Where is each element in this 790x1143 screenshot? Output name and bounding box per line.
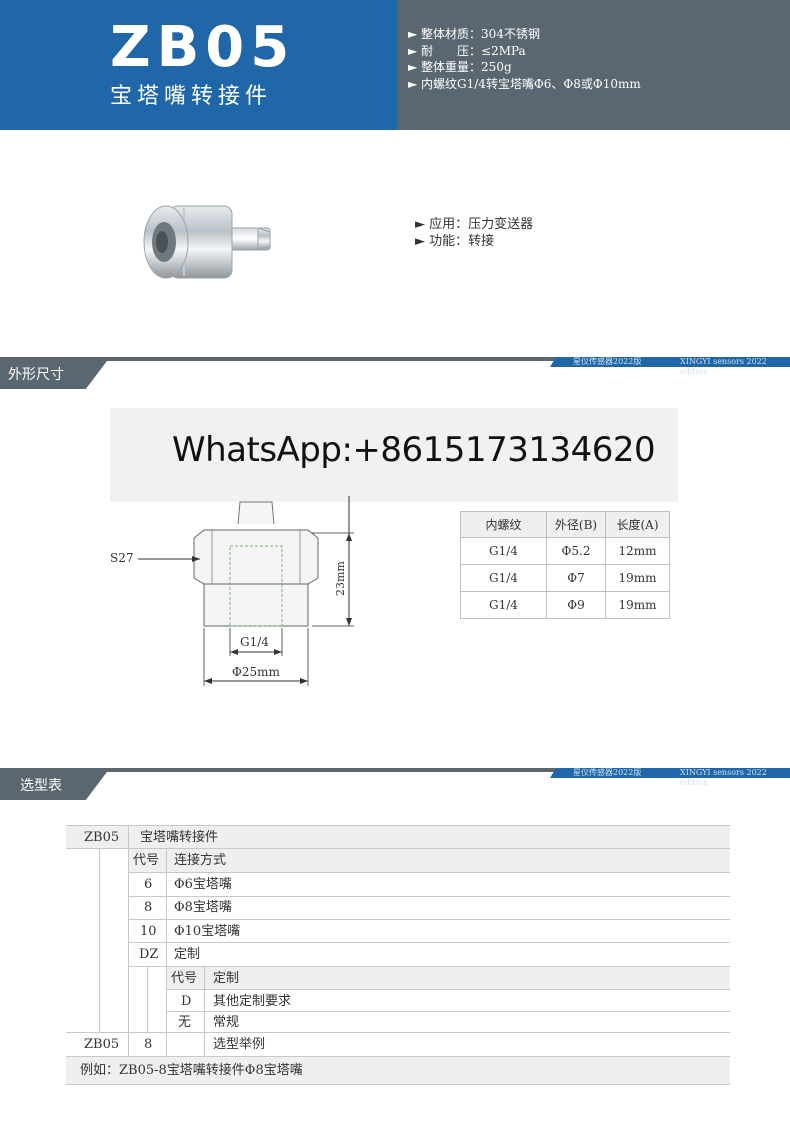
- model-title: ZB05: [110, 15, 296, 80]
- label-thread: G1/4: [240, 635, 269, 649]
- section-header-selection: 星仪传感器2022版 XINGYI sensors 2022 edition 选…: [0, 768, 790, 800]
- table-cell: 19mm: [605, 591, 670, 619]
- sel-desc: Φ10宝塔嘴: [174, 924, 241, 939]
- sel-custom-desc: 常规: [213, 1015, 240, 1030]
- spec-weight: ► 整体重量：250g: [408, 60, 512, 74]
- spec-material: ► 整体材质：304不锈钢: [408, 27, 540, 41]
- product-image: [143, 205, 271, 279]
- sel-example-model: ZB05: [84, 1037, 120, 1052]
- col-header-length: 长度(A): [605, 511, 670, 538]
- sel-custom-code: D: [181, 994, 192, 1009]
- feature-function: ► 功能：转接: [415, 234, 495, 249]
- section-title-dimensions: 外形尺寸: [8, 367, 64, 383]
- edition-cn: 星仪传感器2022版: [573, 357, 642, 366]
- sel-example-code: 8: [144, 1037, 153, 1052]
- sel-desc: Φ6宝塔嘴: [174, 877, 232, 892]
- whatsapp-banner: WhatsApp:+8615173134620: [110, 408, 678, 502]
- sel-custom-header: 定制: [213, 971, 240, 986]
- product-subtitle: 宝塔嘴转接件: [110, 84, 273, 109]
- table-cell: 19mm: [605, 564, 670, 592]
- table-row: G1/4 Φ9 19mm: [460, 591, 670, 619]
- spec-list: ► 整体材质：304不锈钢 ► 耐 压：≤2MPa ► 整体重量：250g ► …: [408, 26, 641, 92]
- label-height: 23mm: [334, 561, 347, 596]
- sel-model: ZB05: [84, 830, 120, 845]
- table-cell: Φ5.2: [546, 537, 606, 565]
- edition-cn: 星仪传感器2022版: [573, 768, 642, 777]
- sel-desc: Φ8宝塔嘴: [174, 900, 232, 915]
- feature-list: ► 应用：压力变送器 ► 功能：转接: [415, 216, 533, 250]
- table-row: G1/4 Φ7 19mm: [460, 564, 670, 592]
- spec-thread: ► 内螺纹G1/4转宝塔嘴Φ6、Φ8或Φ10mm: [408, 76, 641, 91]
- col-header-outer-diameter: 外径(B): [546, 511, 606, 538]
- sel-example-text: 例如：ZB05-8宝塔嘴转接件Φ8宝塔嘴: [80, 1063, 303, 1078]
- dimension-table: 内螺纹 外径(B) 长度(A) G1/4 Φ5.2 12mm G1/4 Φ7 1…: [460, 511, 670, 619]
- col-header-thread: 内螺纹: [460, 511, 547, 538]
- sel-custom-code: 无: [178, 1015, 192, 1030]
- sel-desc: 定制: [174, 947, 201, 962]
- edition-en: XINGYI sensors 2022 edition: [680, 357, 767, 376]
- whatsapp-text: WhatsApp:+8615173134620: [172, 430, 656, 470]
- sel-code: 10: [140, 924, 157, 939]
- table-cell: G1/4: [460, 537, 547, 565]
- feature-application: ► 应用：压力变送器: [415, 217, 534, 232]
- table-header-row: 内螺纹 外径(B) 长度(A): [460, 511, 670, 538]
- label-diameter: Φ25mm: [232, 665, 280, 679]
- sel-custom-code-header: 代号: [171, 971, 198, 986]
- table-cell: G1/4: [460, 564, 547, 592]
- label-s27: S27: [110, 551, 134, 565]
- sel-example-label: 选型举例: [213, 1037, 266, 1052]
- row-custom-header: [166, 966, 730, 989]
- sel-custom-desc: 其他定制要求: [213, 994, 292, 1009]
- sel-product: 宝塔嘴转接件: [140, 830, 219, 845]
- sel-code: 6: [144, 877, 153, 892]
- spec-pressure: ► 耐 压：≤2MPa: [408, 43, 526, 58]
- sel-code-header: 代号: [133, 853, 160, 868]
- table-row: G1/4 Φ5.2 12mm: [460, 537, 670, 565]
- edition-en: XINGYI sensors 2022 edition: [680, 768, 767, 787]
- sel-conn-header: 连接方式: [174, 853, 227, 868]
- dimension-drawing: S27 23mm G1/4 Φ25mm: [110, 496, 354, 686]
- sel-code: DZ: [139, 947, 159, 962]
- table-cell: 12mm: [605, 537, 670, 565]
- section-title-selection: 选型表: [20, 778, 62, 794]
- section-header-dimensions: 星仪传感器2022版 XINGYI sensors 2022 edition 外…: [0, 357, 790, 389]
- table-cell: Φ9: [546, 591, 606, 619]
- selection-table: ZB05 宝塔嘴转接件 代号 连接方式 6 Φ6宝塔嘴 8 Φ8宝塔嘴 10 Φ…: [66, 825, 730, 1085]
- table-cell: G1/4: [460, 591, 547, 619]
- table-cell: Φ7: [546, 564, 606, 592]
- sel-code: 8: [144, 900, 153, 915]
